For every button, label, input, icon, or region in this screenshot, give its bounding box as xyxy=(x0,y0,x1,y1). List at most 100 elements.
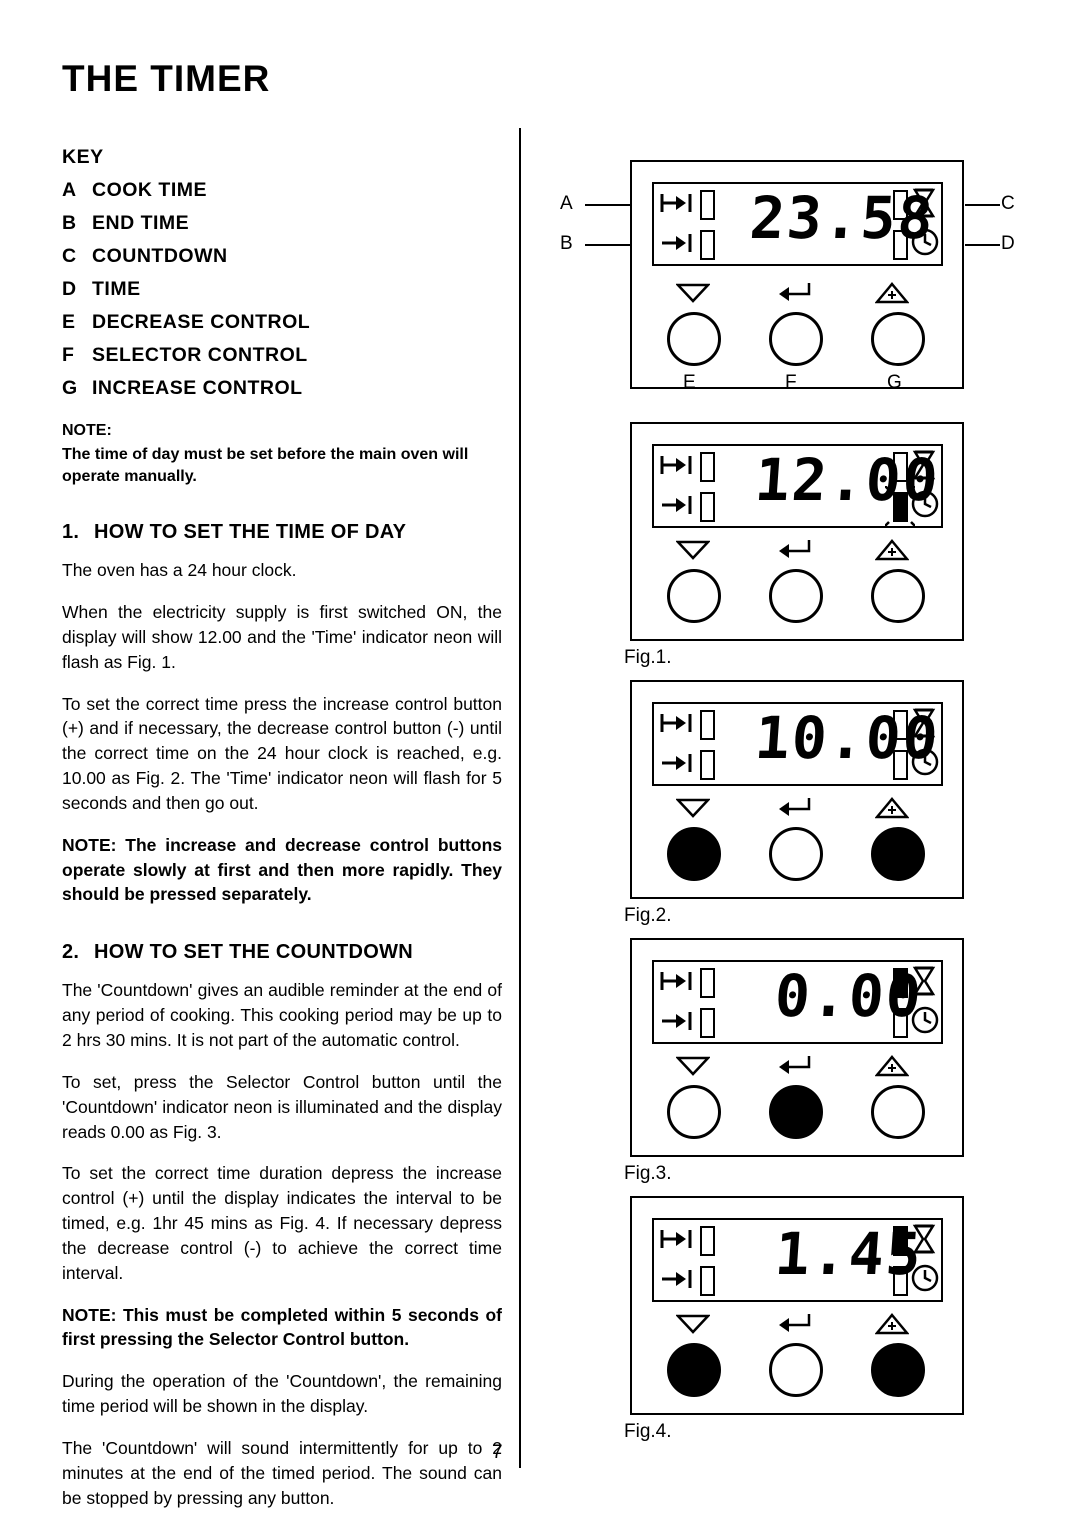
key-item-d: D TIME xyxy=(62,278,502,301)
end-time-neon xyxy=(700,1008,715,1038)
end-time-icon xyxy=(662,754,692,772)
key-item-a: A COOK TIME xyxy=(62,179,502,202)
selector-control-button[interactable] xyxy=(769,1085,823,1139)
time-neon xyxy=(893,750,908,780)
cook-time-neon xyxy=(700,452,715,482)
figure-4-caption: Fig.4. xyxy=(624,1421,672,1442)
time-neon xyxy=(893,230,908,260)
countdown-neon xyxy=(893,1226,908,1256)
selector-symbol-icon xyxy=(779,1314,811,1332)
countdown-neon xyxy=(893,710,908,740)
cook-time-icon xyxy=(660,456,692,474)
end-time-icon xyxy=(662,234,692,252)
key-item-f: F SELECTOR CONTROL xyxy=(62,344,502,367)
clock-icon xyxy=(911,748,939,776)
key-label-d: TIME xyxy=(92,278,141,300)
countdown-neon xyxy=(893,968,908,998)
section-1-note: NOTE: The increase and decrease control … xyxy=(62,834,502,905)
section-2-paragraph-2: To set, press the Selector Control butto… xyxy=(62,1071,502,1142)
increase-control-button[interactable] xyxy=(871,312,925,366)
section-2-paragraph-1: The 'Countdown' gives an audible reminde… xyxy=(62,980,502,1050)
callout-f: F xyxy=(785,372,797,393)
section-2-heading: 2. HOW TO SET THE COUNTDOWN xyxy=(62,941,502,964)
decrease-control-button[interactable] xyxy=(667,1085,721,1139)
end-time-neon xyxy=(700,492,715,522)
cook-time-neon xyxy=(700,1226,715,1256)
selector-control-button[interactable] xyxy=(769,312,823,366)
section-1-number: 1. xyxy=(62,521,80,544)
selector-control-button[interactable] xyxy=(769,569,823,623)
figure-2: 10.00 Fig.2. xyxy=(624,680,1030,930)
selector-control-button[interactable] xyxy=(769,827,823,881)
decrease-control-button[interactable] xyxy=(667,569,721,623)
cook-time-icon xyxy=(660,714,692,732)
leader-c xyxy=(965,204,1000,206)
end-time-neon xyxy=(700,230,715,260)
leader-d xyxy=(965,244,1000,246)
end-time-neon xyxy=(700,1266,715,1296)
leader-a xyxy=(585,204,630,206)
display-digits: 23.58 xyxy=(747,184,937,252)
figure-3: 0.00 Fig.3. xyxy=(624,938,1030,1188)
countdown-neon xyxy=(893,452,908,482)
decrease-symbol-icon xyxy=(676,798,710,818)
clock-icon xyxy=(911,1006,939,1034)
key-letter-b: B xyxy=(62,212,77,234)
callout-g: G xyxy=(887,372,902,393)
key-label-f: SELECTOR CONTROL xyxy=(92,344,308,366)
selector-symbol-icon xyxy=(779,1056,811,1074)
section-1-paragraph-2: When the electricity supply is first swi… xyxy=(62,602,502,672)
increase-control-button[interactable] xyxy=(871,1085,925,1139)
decrease-symbol-icon xyxy=(676,540,710,560)
figure-2-caption: Fig.2. xyxy=(624,905,672,926)
figure-1: 12.00 Fig.1. xyxy=(624,422,1030,672)
section-2-title: HOW TO SET THE COUNTDOWN xyxy=(94,941,414,964)
page-number: 7 xyxy=(492,1442,503,1463)
key-letter-f: F xyxy=(62,344,75,366)
key-letter-e: E xyxy=(62,311,76,333)
callout-a: A xyxy=(560,193,573,214)
section-1-heading: 1. HOW TO SET THE TIME OF DAY xyxy=(62,521,502,544)
figure-1-caption: Fig.1. xyxy=(624,647,672,668)
time-neon xyxy=(893,1266,908,1296)
increase-control-button[interactable] xyxy=(871,1343,925,1397)
key-letter-d: D xyxy=(62,278,77,300)
decrease-control-button[interactable] xyxy=(667,1343,721,1397)
callout-c: C xyxy=(1001,193,1015,214)
increase-symbol-icon xyxy=(875,1055,909,1077)
hourglass-icon xyxy=(912,1224,936,1254)
key-label-e: DECREASE CONTROL xyxy=(92,311,311,333)
hourglass-icon xyxy=(912,450,936,480)
end-time-icon xyxy=(662,1012,692,1030)
cook-time-neon xyxy=(700,710,715,740)
left-column: KEY A COOK TIME B END TIME C COUNTDOWN D TIM… xyxy=(62,146,502,1528)
decrease-symbol-icon xyxy=(676,283,710,303)
time-neon xyxy=(893,1008,908,1038)
note-top-body: The time of day must be set before the m… xyxy=(62,446,469,485)
cook-time-icon xyxy=(660,1230,692,1248)
selector-control-button[interactable] xyxy=(769,1343,823,1397)
column-divider xyxy=(519,128,521,1468)
end-time-icon xyxy=(662,1270,692,1288)
section-1-paragraph-3: To set the correct time press the increa… xyxy=(62,693,502,813)
figure-3-caption: Fig.3. xyxy=(624,1163,672,1184)
key-item-c: C COUNTDOWN xyxy=(62,245,502,268)
increase-control-button[interactable] xyxy=(871,827,925,881)
selector-symbol-icon xyxy=(779,540,811,558)
decrease-control-button[interactable] xyxy=(667,312,721,366)
section-2-paragraph-4: During the operation of the 'Countdown',… xyxy=(62,1371,502,1417)
key-item-b: B END TIME xyxy=(62,212,502,235)
key-label-c: COUNTDOWN xyxy=(92,245,228,267)
page: THE TIMER KEY A COOK TIME B END TIME C COUN… xyxy=(0,0,1080,1528)
section-2-note: NOTE: This must be completed within 5 se… xyxy=(62,1304,502,1350)
clock-icon xyxy=(911,490,939,518)
key-label-g: INCREASE CONTROL xyxy=(92,377,303,399)
hourglass-icon xyxy=(912,966,936,996)
countdown-neon xyxy=(893,190,908,220)
page-title: THE TIMER xyxy=(62,58,271,99)
increase-symbol-icon xyxy=(875,1313,909,1335)
hourglass-icon xyxy=(912,708,936,738)
key-heading: KEY xyxy=(62,146,104,168)
decrease-control-button[interactable] xyxy=(667,827,721,881)
increase-control-button[interactable] xyxy=(871,569,925,623)
